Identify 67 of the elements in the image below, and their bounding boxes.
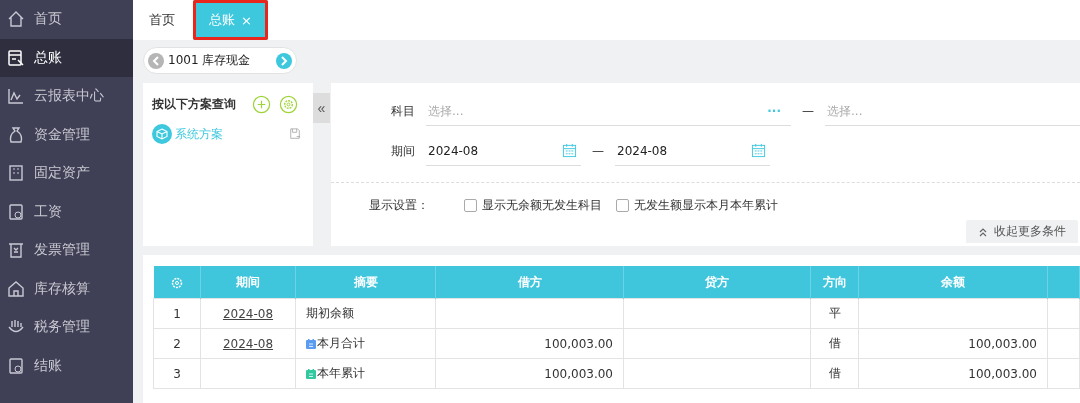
sidebar-item[interactable]: 资金管理 (0, 115, 133, 154)
debit-amount: 100,003.00 (544, 366, 613, 381)
tab[interactable]: 首页 (133, 0, 191, 40)
scheme-title: 按以下方案查询 (152, 96, 236, 113)
sidebar-item[interactable]: 发票管理 (0, 231, 133, 270)
column-header: 期间 (200, 266, 296, 299)
subject-label: 科目 (391, 102, 416, 120)
display-settings-label: 显示设置： (369, 197, 429, 214)
column-header: 贷方 (623, 266, 811, 299)
house-icon (7, 279, 25, 298)
sidebar-item[interactable]: 首页 (0, 0, 133, 39)
home-icon (7, 10, 25, 29)
summary-text: 本月合计 (317, 335, 365, 352)
option-label: 无发生额显示本月本年累计 (634, 197, 778, 214)
next-icon[interactable] (276, 52, 292, 69)
checkbox[interactable] (616, 199, 629, 212)
summary-text: 本年累计 (317, 365, 365, 382)
invoice-icon (7, 241, 25, 260)
direction-text: 借 (828, 336, 841, 350)
sidebar-item[interactable]: 固定资产 (0, 154, 133, 193)
settings-icon[interactable] (279, 95, 298, 114)
sidebar-item[interactable]: 结账 (0, 346, 133, 385)
calendar-icon[interactable] (751, 143, 766, 158)
subject-field[interactable]: 选择... (426, 102, 768, 119)
range-dash: — (801, 104, 815, 118)
money-bag-icon (7, 125, 25, 144)
collapse-conditions-button[interactable]: 收起更多条件 (966, 220, 1078, 243)
range-dash: — (591, 144, 605, 158)
add-icon[interactable] (252, 95, 271, 114)
balance-amount: 100,003.00 (968, 336, 1037, 351)
date-field[interactable]: 2024-08 (426, 142, 562, 159)
column-header: 方向 (810, 266, 859, 299)
row-number: 3 (153, 358, 201, 389)
sidebar-item[interactable]: 工资 (0, 192, 133, 231)
cube-icon (152, 124, 172, 144)
column-header: 摘要 (295, 266, 436, 299)
document-icon (7, 356, 25, 375)
ledger-icon (7, 48, 25, 67)
checkbox[interactable] (464, 199, 477, 212)
row-number: 2 (153, 328, 201, 359)
direction-text: 平 (828, 306, 841, 320)
balance-amount: 100,003.00 (968, 366, 1037, 381)
save-icon[interactable] (289, 128, 301, 140)
period-label: 期间 (391, 142, 416, 160)
line-chart-icon (7, 87, 25, 106)
document-icon (7, 202, 25, 221)
sidebar-item[interactable]: 云报表中心 (0, 77, 133, 116)
calendar-icon (306, 338, 316, 349)
date-field[interactable]: 2024-08 (615, 142, 751, 159)
row-number: 1 (153, 298, 201, 329)
sidebar-item[interactable]: 税务管理 (0, 308, 133, 347)
building-icon (7, 164, 25, 183)
sidebar-item[interactable]: 总账 (0, 38, 133, 77)
summary-text: 期初余额 (306, 305, 354, 322)
account-name: 1001 库存现金 (168, 52, 252, 69)
chevron-up-icon (978, 226, 988, 237)
subject-field[interactable]: 选择... (825, 102, 1080, 119)
column-header: 借方 (435, 266, 624, 299)
calendar-icon (306, 368, 316, 379)
debit-amount: 100,003.00 (544, 336, 613, 351)
direction-text: 借 (828, 366, 841, 380)
previous-icon[interactable] (148, 52, 164, 69)
sidebar-item[interactable]: 库存核算 (0, 269, 133, 308)
option-label: 显示无余额无发生科目 (482, 197, 602, 214)
calendar-icon[interactable] (562, 143, 577, 158)
collapse-button[interactable]: « (313, 93, 330, 123)
column-header: 余额 (858, 266, 1048, 299)
